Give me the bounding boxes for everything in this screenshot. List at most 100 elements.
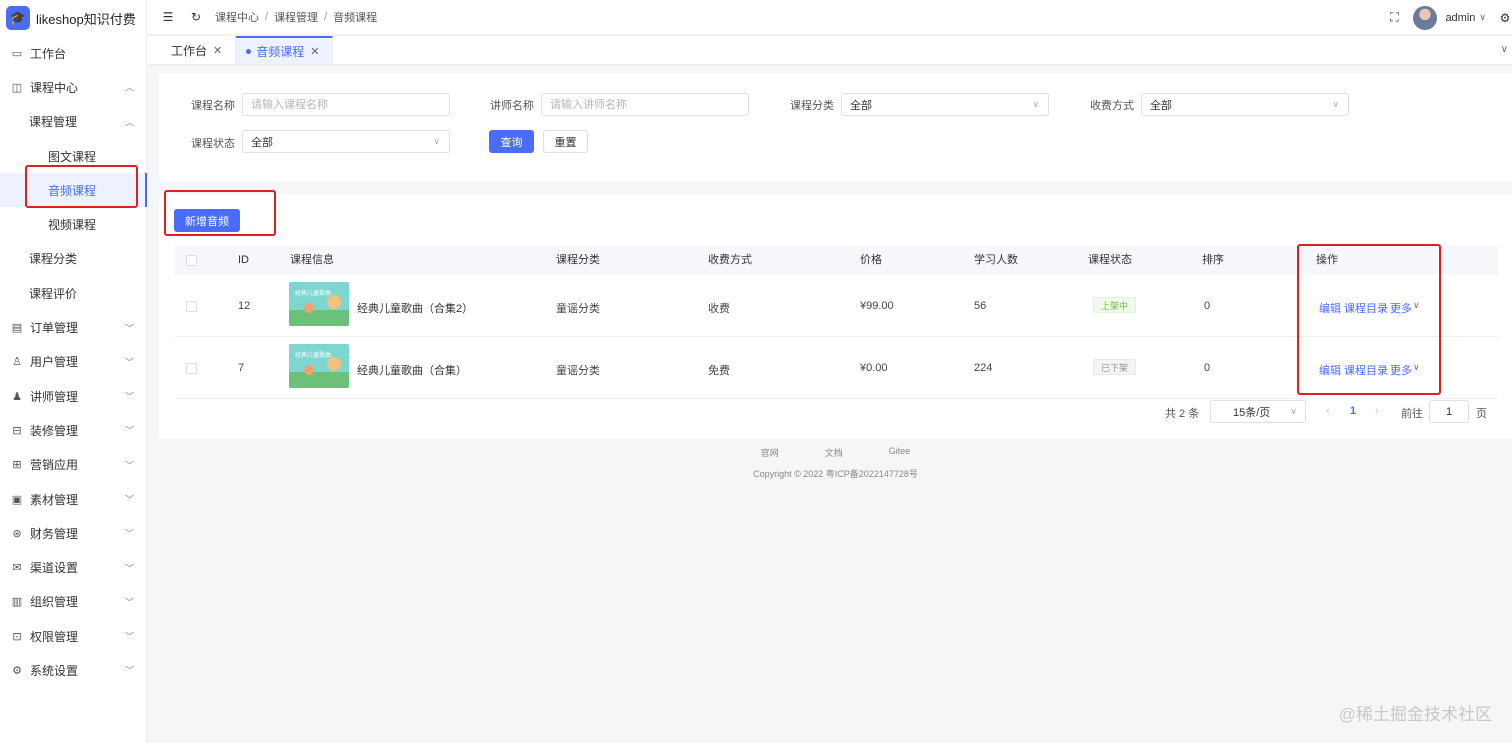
sidebar-item-organization[interactable]: ▥ 组织管理 ﹀ xyxy=(0,585,146,619)
chevron-down-icon[interactable]: ∨ xyxy=(1501,44,1508,55)
price: ¥0.00 xyxy=(860,362,888,374)
yen-icon: ⊛ xyxy=(12,527,22,540)
sidebar-item-graphic-course[interactable]: 图文课程 xyxy=(0,139,146,173)
marketing-icon: ⊞ xyxy=(12,459,22,472)
sidebar-item-teachers[interactable]: ♟ 讲师管理 ﹀ xyxy=(0,379,146,413)
footer-link-docs[interactable]: 文档 xyxy=(825,446,843,459)
sidebar-item-label: 系统设置 xyxy=(30,663,79,678)
sidebar-item-label: 营销应用 xyxy=(30,458,79,473)
sidebar-item-orders[interactable]: ▤ 订单管理 ﹀ xyxy=(0,310,146,344)
edit-link[interactable]: 编辑 xyxy=(1319,300,1341,316)
avatar[interactable] xyxy=(1413,5,1438,30)
course-catalog-link[interactable]: 课程目录 xyxy=(1344,362,1388,378)
status-label: 课程状态 xyxy=(191,138,235,150)
breadcrumb-item[interactable]: 课程管理 xyxy=(274,9,318,25)
sidebar-item-marketing[interactable]: ⊞ 营销应用 ﹀ xyxy=(0,448,146,482)
select-all-checkbox[interactable] xyxy=(186,255,197,266)
sidebar-item-video-course[interactable]: 视频课程 xyxy=(0,207,146,241)
category-select-value: 全部 xyxy=(850,99,872,112)
pay-type-select-value: 全部 xyxy=(1150,99,1172,112)
course-name[interactable]: 经典儿童歌曲（合集2） xyxy=(357,300,473,316)
close-icon[interactable]: ✕ xyxy=(310,45,319,58)
refresh-icon[interactable]: ↻ xyxy=(189,10,203,24)
building-icon: ▥ xyxy=(11,596,23,609)
sidebar-item-users[interactable]: ♙ 用户管理 ﹀ xyxy=(0,345,146,379)
sidebar-item-materials[interactable]: ▣ 素材管理 ﹀ xyxy=(0,482,146,516)
course-category: 童谣分类 xyxy=(556,365,600,377)
sidebar-item-label: 课程管理 xyxy=(29,115,78,130)
fullscreen-icon[interactable]: ⛶ xyxy=(1387,10,1401,25)
row-checkbox[interactable] xyxy=(186,301,197,312)
goto-page-input[interactable] xyxy=(1429,400,1469,423)
sidebar-item-finance[interactable]: ⊛ 财务管理 ﹀ xyxy=(0,516,146,550)
tab-dashboard[interactable]: 工作台 ✕ xyxy=(147,36,237,64)
status-badge: 上架中 xyxy=(1093,297,1137,313)
sidebar-item-label: 图文课程 xyxy=(48,149,97,164)
chevron-down-icon: ﹀ xyxy=(124,425,134,436)
sidebar-item-dashboard[interactable]: ▭ 工作台 xyxy=(0,36,146,70)
add-audio-button[interactable]: 新增音频 xyxy=(174,209,240,232)
sort-order: 0 xyxy=(1204,300,1211,312)
course-name-input[interactable] xyxy=(242,93,450,116)
menu-fold-icon[interactable]: ☰ xyxy=(161,10,175,24)
footer-link-gitee[interactable]: Gitee xyxy=(889,446,911,459)
page-number-current[interactable]: 1 xyxy=(1350,405,1356,417)
sidebar-item-decoration[interactable]: ⊟ 装修管理 ﹀ xyxy=(0,413,146,447)
gear-icon[interactable]: ⚙ xyxy=(1498,11,1512,25)
logo[interactable]: 🎓 likeshop知识付费 xyxy=(0,0,146,36)
username[interactable]: admin xyxy=(1445,12,1475,24)
teacher-name-label: 讲师名称 xyxy=(490,100,534,112)
edit-link[interactable]: 编辑 xyxy=(1319,362,1341,378)
breadcrumb-item[interactable]: 课程中心 xyxy=(215,9,259,25)
course-catalog-link[interactable]: 课程目录 xyxy=(1344,300,1388,316)
next-page-icon[interactable]: › xyxy=(1375,405,1379,417)
column-header: 价格 xyxy=(860,254,882,266)
chevron-down-icon[interactable]: ∨ xyxy=(1479,12,1486,23)
sidebar-item-channels[interactable]: ✉ 渠道设置 ﹀ xyxy=(0,550,146,584)
palette-icon: ⊟ xyxy=(12,424,22,437)
sidebar: 🎓 likeshop知识付费 ▭ 工作台 ◫ 课程中心 ︿ 课程管理 ︿ 图文课… xyxy=(0,0,147,743)
footer-link-website[interactable]: 官网 xyxy=(761,446,779,459)
sidebar-item-label: 素材管理 xyxy=(30,492,79,507)
chevron-down-icon: ﹀ xyxy=(124,631,134,642)
column-header: 课程状态 xyxy=(1088,254,1132,266)
sidebar-item-label: 课程中心 xyxy=(30,80,79,95)
status-select[interactable]: 全部 ∨ xyxy=(242,130,450,153)
query-button[interactable]: 查询 xyxy=(489,130,534,153)
row-checkbox[interactable] xyxy=(186,363,197,374)
column-header: ID xyxy=(238,254,249,266)
breadcrumb-item-current: 音频课程 xyxy=(333,12,378,24)
gear-icon: ⚙ xyxy=(12,664,22,677)
course-table-panel: 新增音频 ID 课程信息 课程分类 收费方式 价格 学习人数 课程状态 排序 操… xyxy=(159,194,1512,439)
course-name[interactable]: 经典儿童歌曲（合集） xyxy=(357,362,467,378)
top-bar: ☰ ↻ 课程中心 / 课程管理 / 音频课程 ⛶ admin ∨ ⚙ xyxy=(147,0,1512,35)
filter-panel: 课程名称 讲师名称 课程分类 全部 ∨ 收费方式 全部 ∨ 课程状态 全部 ∨ … xyxy=(159,73,1512,182)
chevron-down-icon: ∨ xyxy=(1032,99,1039,109)
reset-button[interactable]: 重置 xyxy=(543,130,588,153)
sidebar-item-course-center[interactable]: ◫ 课程中心 ︿ xyxy=(0,70,146,104)
sidebar-item-label: 用户管理 xyxy=(30,355,79,370)
more-link[interactable]: 更多 xyxy=(1390,362,1412,378)
prev-page-icon[interactable]: ‹ xyxy=(1326,405,1330,417)
sidebar-item-course-management[interactable]: 课程管理 ︿ xyxy=(0,105,146,139)
more-link[interactable]: 更多 xyxy=(1390,300,1412,316)
sidebar-item-course-review[interactable]: 课程评价 xyxy=(0,276,146,310)
sidebar-item-system-settings[interactable]: ⚙ 系统设置 ﹀ xyxy=(0,653,146,687)
close-icon[interactable]: ✕ xyxy=(213,44,222,57)
sidebar-item-label: 课程评价 xyxy=(29,286,78,301)
page-size-select[interactable]: 15条/页 ∨ xyxy=(1210,400,1306,423)
teacher-name-input[interactable] xyxy=(541,93,749,116)
columns-icon: ◫ xyxy=(11,81,23,94)
pay-type-select[interactable]: 全部 ∨ xyxy=(1141,93,1349,116)
tab-audio-course[interactable]: 音频课程 ✕ xyxy=(236,36,334,64)
sidebar-item-course-category[interactable]: 课程分类 xyxy=(0,242,146,276)
tab-label: 工作台 xyxy=(171,43,208,58)
chevron-down-icon[interactable]: ∨ xyxy=(1413,362,1420,373)
sidebar-item-audio-course[interactable]: 音频课程 xyxy=(0,173,147,208)
category-select[interactable]: 全部 ∨ xyxy=(841,93,1049,116)
sidebar-item-permissions[interactable]: ⊡ 权限管理 ﹀ xyxy=(0,619,146,653)
chevron-down-icon[interactable]: ∨ xyxy=(1413,300,1420,311)
monitor-icon: ▭ xyxy=(11,47,23,60)
page-size-value: 15条/页 xyxy=(1233,406,1271,419)
row-id: 7 xyxy=(238,362,245,374)
